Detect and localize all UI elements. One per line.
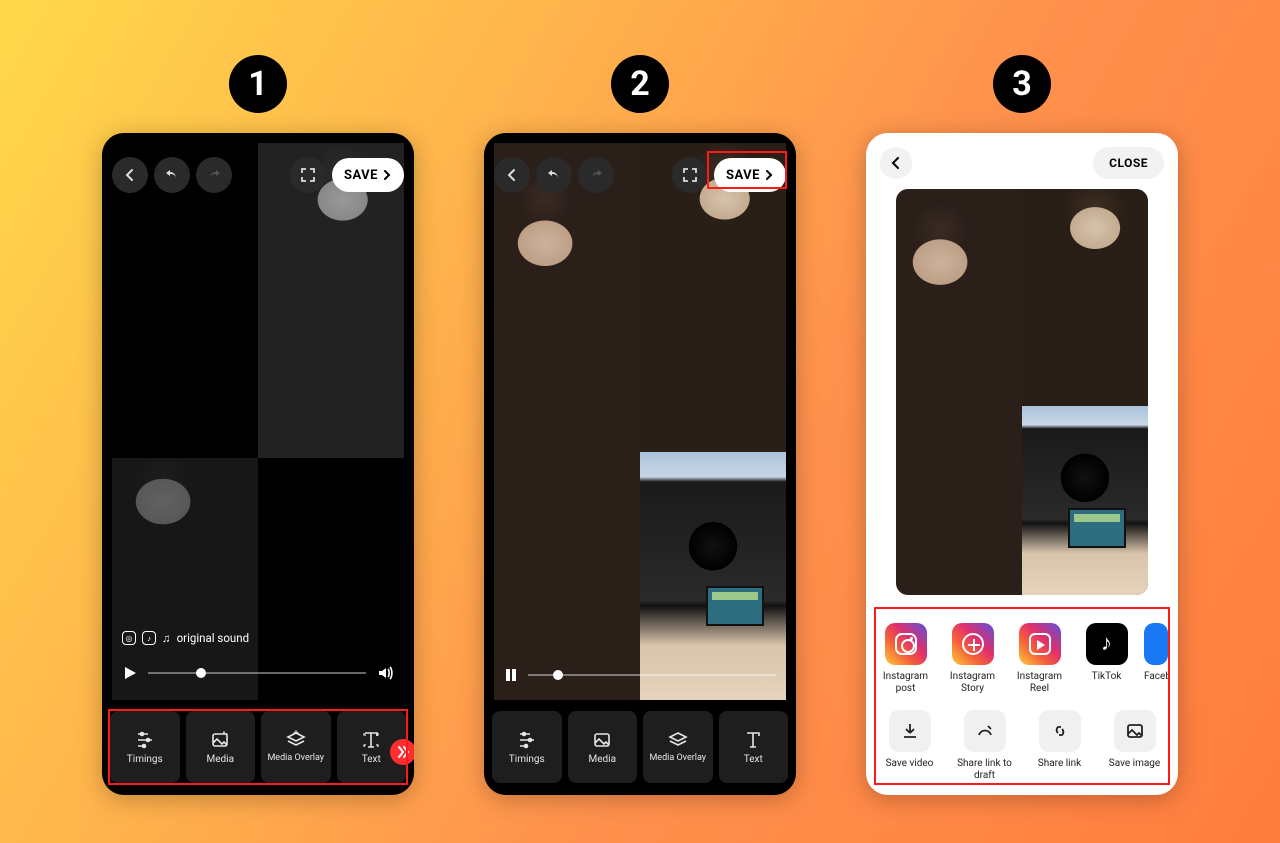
action-save-image[interactable]: Save image bbox=[1101, 710, 1168, 781]
back-button[interactable] bbox=[494, 157, 530, 193]
undo-button[interactable] bbox=[154, 157, 190, 193]
editor-canvas: ◎ ♪ ♫ original sound bbox=[112, 143, 404, 700]
tool-timings[interactable]: Timings bbox=[110, 711, 180, 783]
tool-media[interactable]: Media bbox=[568, 711, 638, 783]
action-save-video[interactable]: Save video bbox=[876, 710, 943, 781]
sound-label-row: ◎ ♪ ♫ original sound bbox=[122, 631, 249, 645]
play-icon[interactable] bbox=[122, 665, 138, 681]
undo-button[interactable] bbox=[536, 157, 572, 193]
sound-name: original sound bbox=[177, 631, 249, 645]
editor-canvas bbox=[494, 143, 786, 700]
instagram-story-icon bbox=[952, 623, 994, 665]
instagram-reel-icon bbox=[1019, 623, 1061, 665]
share-instagram-post[interactable]: Instagram post bbox=[876, 623, 935, 694]
step-badge-3: 3 bbox=[993, 55, 1051, 113]
progress-bar[interactable] bbox=[148, 672, 366, 674]
share-instagram-story[interactable]: Instagram Story bbox=[943, 623, 1002, 694]
volume-icon[interactable] bbox=[376, 664, 394, 682]
screen-1: ◎ ♪ ♫ original sound bbox=[102, 133, 414, 795]
fullscreen-button[interactable] bbox=[672, 157, 708, 193]
tool-timings[interactable]: Timings bbox=[492, 711, 562, 783]
link-icon bbox=[1039, 710, 1081, 752]
redo-button[interactable] bbox=[578, 157, 614, 193]
text-icon bbox=[361, 730, 381, 750]
export-preview bbox=[896, 189, 1148, 595]
progress-bar[interactable] bbox=[528, 674, 776, 676]
screen-2: SAVE Timings Media Media Overlay bbox=[484, 133, 796, 795]
more-tools-button[interactable] bbox=[390, 739, 414, 765]
media-icon bbox=[210, 730, 230, 750]
screen-3: CLOSE Instagram post bbox=[866, 133, 1178, 795]
save-button[interactable]: SAVE bbox=[714, 158, 786, 192]
action-share-link-draft[interactable]: Share link to draft bbox=[951, 710, 1018, 781]
tool-text[interactable]: Text bbox=[719, 711, 789, 783]
instagram-icon: ◎ bbox=[122, 631, 136, 645]
instagram-icon bbox=[885, 623, 927, 665]
image-icon bbox=[1114, 710, 1156, 752]
draft-link-icon bbox=[964, 710, 1006, 752]
back-button[interactable] bbox=[112, 157, 148, 193]
share-targets-row: Instagram post Instagram Story Instagram… bbox=[876, 623, 1168, 694]
save-button[interactable]: SAVE bbox=[332, 158, 404, 192]
tiktok-icon: ♪ bbox=[1086, 623, 1128, 665]
timings-icon bbox=[135, 730, 155, 750]
step-badge-2: 2 bbox=[611, 55, 669, 113]
tool-media-overlay[interactable]: Media Overlay bbox=[261, 711, 331, 783]
redo-button[interactable] bbox=[196, 157, 232, 193]
tool-row: Timings Media Media Overlay Text bbox=[492, 711, 788, 783]
media-overlay-icon bbox=[286, 730, 306, 750]
fullscreen-button[interactable] bbox=[290, 157, 326, 193]
share-instagram-reel[interactable]: Instagram Reel bbox=[1010, 623, 1069, 694]
pause-icon[interactable] bbox=[504, 668, 518, 682]
tool-media-overlay[interactable]: Media Overlay bbox=[643, 711, 713, 783]
share-facebook-story[interactable]: Faceb... S... bbox=[1144, 623, 1168, 694]
share-actions-row: Save video Share link to draft Share lin… bbox=[876, 710, 1168, 781]
share-tiktok[interactable]: ♪ TikTok bbox=[1077, 623, 1136, 694]
tool-media[interactable]: Media bbox=[186, 711, 256, 783]
music-note-icon: ♫ bbox=[162, 631, 171, 645]
close-button[interactable]: CLOSE bbox=[1093, 147, 1164, 179]
back-button[interactable] bbox=[880, 147, 912, 179]
facebook-icon bbox=[1144, 623, 1168, 665]
action-share-link[interactable]: Share link bbox=[1026, 710, 1093, 781]
download-icon bbox=[889, 710, 931, 752]
step-badge-1: 1 bbox=[229, 55, 287, 113]
tool-row: Timings Media Media Overlay bbox=[110, 711, 406, 783]
tiktok-icon: ♪ bbox=[142, 631, 156, 645]
